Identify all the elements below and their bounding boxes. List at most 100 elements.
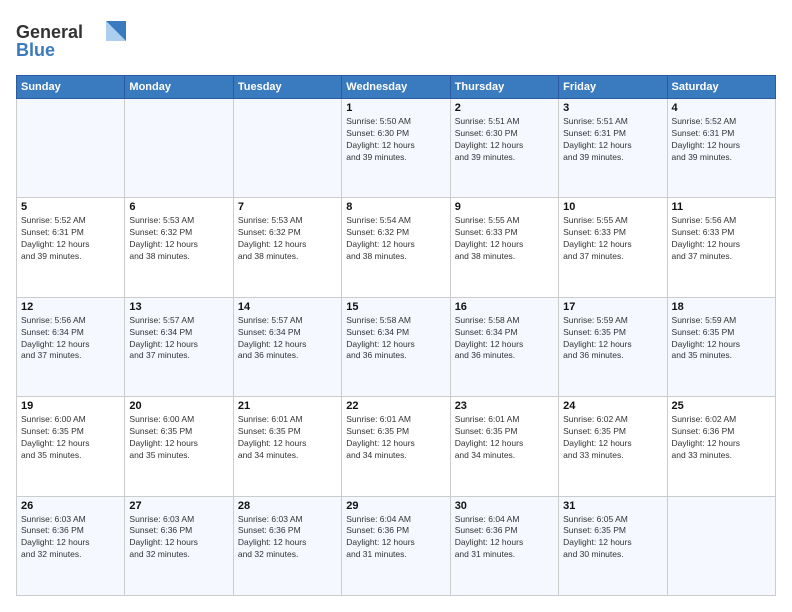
calendar-cell: 22 Sunrise: 6:01 AMSunset: 6:35 PMDayligh… bbox=[342, 397, 450, 496]
weekday-header-friday: Friday bbox=[559, 76, 667, 99]
calendar-cell: 21 Sunrise: 6:01 AMSunset: 6:35 PMDayligh… bbox=[233, 397, 341, 496]
day-info: Sunrise: 6:01 AMSunset: 6:35 PMDaylight:… bbox=[238, 414, 337, 462]
day-number: 30 bbox=[455, 500, 554, 512]
day-number: 22 bbox=[346, 400, 445, 412]
day-number: 29 bbox=[346, 500, 445, 512]
day-number: 26 bbox=[21, 500, 120, 512]
day-info: Sunrise: 5:56 AMSunset: 6:33 PMDaylight:… bbox=[672, 215, 771, 263]
day-info: Sunrise: 5:55 AMSunset: 6:33 PMDaylight:… bbox=[455, 215, 554, 263]
calendar-cell: 20Sunrise: 6:00 AMSunset: 6:35 PMDayligh… bbox=[125, 397, 233, 496]
calendar-week-3: 12 Sunrise: 5:56 AMSunset: 6:34 PMDayligh… bbox=[17, 297, 776, 396]
weekday-header-thursday: Thursday bbox=[450, 76, 558, 99]
calendar-cell: 23 Sunrise: 6:01 AMSunset: 6:35 PMDayligh… bbox=[450, 397, 558, 496]
logo-svg: General Blue bbox=[16, 16, 126, 60]
day-number: 12 bbox=[21, 301, 120, 313]
day-info: Sunrise: 6:00 AMSunset: 6:35 PMDaylight:… bbox=[21, 414, 120, 462]
day-number: 16 bbox=[455, 301, 554, 313]
weekday-header-tuesday: Tuesday bbox=[233, 76, 341, 99]
calendar-cell bbox=[667, 496, 775, 595]
svg-text:Blue: Blue bbox=[16, 40, 55, 60]
day-number: 17 bbox=[563, 301, 662, 313]
day-number: 4 bbox=[672, 102, 771, 114]
day-number: 24 bbox=[563, 400, 662, 412]
day-number: 13 bbox=[129, 301, 228, 313]
calendar-cell bbox=[125, 99, 233, 198]
calendar-cell: 13 Sunrise: 5:57 AMSunset: 6:34 PMDayligh… bbox=[125, 297, 233, 396]
day-number: 15 bbox=[346, 301, 445, 313]
day-number: 5 bbox=[21, 201, 120, 213]
day-number: 6 bbox=[129, 201, 228, 213]
day-info: Sunrise: 5:54 AMSunset: 6:32 PMDaylight:… bbox=[346, 215, 445, 263]
day-info: Sunrise: 5:50 AMSunset: 6:30 PMDaylight:… bbox=[346, 116, 445, 164]
calendar-cell: 1Sunrise: 5:50 AMSunset: 6:30 PMDaylight… bbox=[342, 99, 450, 198]
calendar-cell: 19Sunrise: 6:00 AMSunset: 6:35 PMDayligh… bbox=[17, 397, 125, 496]
day-number: 7 bbox=[238, 201, 337, 213]
calendar-cell: 27Sunrise: 6:03 AMSunset: 6:36 PMDayligh… bbox=[125, 496, 233, 595]
page: General Blue SundayMondayTuesdayWednesda… bbox=[0, 0, 792, 612]
day-number: 23 bbox=[455, 400, 554, 412]
calendar-week-1: 1Sunrise: 5:50 AMSunset: 6:30 PMDaylight… bbox=[17, 99, 776, 198]
day-info: Sunrise: 5:51 AMSunset: 6:30 PMDaylight:… bbox=[455, 116, 554, 164]
day-info: Sunrise: 5:57 AMSunset: 6:34 PMDaylight:… bbox=[238, 315, 337, 363]
day-number: 14 bbox=[238, 301, 337, 313]
calendar-cell: 30 Sunrise: 6:04 AMSunset: 6:36 PMDayligh… bbox=[450, 496, 558, 595]
calendar-cell: 2Sunrise: 5:51 AMSunset: 6:30 PMDaylight… bbox=[450, 99, 558, 198]
calendar-cell: 8 Sunrise: 5:54 AMSunset: 6:32 PMDaylight… bbox=[342, 198, 450, 297]
day-number: 9 bbox=[455, 201, 554, 213]
day-info: Sunrise: 6:04 AMSunset: 6:36 PMDaylight:… bbox=[346, 514, 445, 562]
day-number: 21 bbox=[238, 400, 337, 412]
calendar-cell: 17 Sunrise: 5:59 AMSunset: 6:35 PMDayligh… bbox=[559, 297, 667, 396]
calendar-cell: 28Sunrise: 6:03 AMSunset: 6:36 PMDayligh… bbox=[233, 496, 341, 595]
day-info: Sunrise: 6:03 AMSunset: 6:36 PMDaylight:… bbox=[129, 514, 228, 562]
weekday-header-saturday: Saturday bbox=[667, 76, 775, 99]
weekday-header-row: SundayMondayTuesdayWednesdayThursdayFrid… bbox=[17, 76, 776, 99]
calendar-week-4: 19Sunrise: 6:00 AMSunset: 6:35 PMDayligh… bbox=[17, 397, 776, 496]
calendar-cell: 31 Sunrise: 6:05 AMSunset: 6:35 PMDayligh… bbox=[559, 496, 667, 595]
calendar-table: SundayMondayTuesdayWednesdayThursdayFrid… bbox=[16, 75, 776, 596]
day-info: Sunrise: 5:52 AMSunset: 6:31 PMDaylight:… bbox=[672, 116, 771, 164]
calendar-week-5: 26 Sunrise: 6:03 AMSunset: 6:36 PMDayligh… bbox=[17, 496, 776, 595]
calendar-cell: 18Sunrise: 5:59 AMSunset: 6:35 PMDayligh… bbox=[667, 297, 775, 396]
weekday-header-monday: Monday bbox=[125, 76, 233, 99]
day-number: 3 bbox=[563, 102, 662, 114]
day-info: Sunrise: 5:59 AMSunset: 6:35 PMDaylight:… bbox=[563, 315, 662, 363]
calendar-cell: 9 Sunrise: 5:55 AMSunset: 6:33 PMDaylight… bbox=[450, 198, 558, 297]
header: General Blue bbox=[16, 16, 776, 65]
day-info: Sunrise: 5:58 AMSunset: 6:34 PMDaylight:… bbox=[346, 315, 445, 363]
calendar-cell: 10Sunrise: 5:55 AMSunset: 6:33 PMDayligh… bbox=[559, 198, 667, 297]
day-info: Sunrise: 6:00 AMSunset: 6:35 PMDaylight:… bbox=[129, 414, 228, 462]
day-number: 25 bbox=[672, 400, 771, 412]
calendar-cell: 29 Sunrise: 6:04 AMSunset: 6:36 PMDayligh… bbox=[342, 496, 450, 595]
calendar-cell: 4 Sunrise: 5:52 AMSunset: 6:31 PMDaylight… bbox=[667, 99, 775, 198]
calendar-cell: 16 Sunrise: 5:58 AMSunset: 6:34 PMDayligh… bbox=[450, 297, 558, 396]
day-info: Sunrise: 6:03 AMSunset: 6:36 PMDaylight:… bbox=[21, 514, 120, 562]
calendar-cell: 5 Sunrise: 5:52 AMSunset: 6:31 PMDaylight… bbox=[17, 198, 125, 297]
day-info: Sunrise: 6:01 AMSunset: 6:35 PMDaylight:… bbox=[455, 414, 554, 462]
day-info: Sunrise: 6:01 AMSunset: 6:35 PMDaylight:… bbox=[346, 414, 445, 462]
day-info: Sunrise: 6:02 AMSunset: 6:36 PMDaylight:… bbox=[672, 414, 771, 462]
calendar-cell: 14 Sunrise: 5:57 AMSunset: 6:34 PMDayligh… bbox=[233, 297, 341, 396]
calendar-cell: 25 Sunrise: 6:02 AMSunset: 6:36 PMDayligh… bbox=[667, 397, 775, 496]
day-info: Sunrise: 6:05 AMSunset: 6:35 PMDaylight:… bbox=[563, 514, 662, 562]
calendar-cell: 12 Sunrise: 5:56 AMSunset: 6:34 PMDayligh… bbox=[17, 297, 125, 396]
day-number: 28 bbox=[238, 500, 337, 512]
calendar-cell: 15 Sunrise: 5:58 AMSunset: 6:34 PMDayligh… bbox=[342, 297, 450, 396]
day-number: 10 bbox=[563, 201, 662, 213]
weekday-header-sunday: Sunday bbox=[17, 76, 125, 99]
day-number: 31 bbox=[563, 500, 662, 512]
day-info: Sunrise: 5:56 AMSunset: 6:34 PMDaylight:… bbox=[21, 315, 120, 363]
day-info: Sunrise: 5:52 AMSunset: 6:31 PMDaylight:… bbox=[21, 215, 120, 263]
day-info: Sunrise: 5:57 AMSunset: 6:34 PMDaylight:… bbox=[129, 315, 228, 363]
calendar-cell bbox=[17, 99, 125, 198]
day-info: Sunrise: 6:04 AMSunset: 6:36 PMDaylight:… bbox=[455, 514, 554, 562]
day-info: Sunrise: 5:58 AMSunset: 6:34 PMDaylight:… bbox=[455, 315, 554, 363]
day-info: Sunrise: 6:02 AMSunset: 6:35 PMDaylight:… bbox=[563, 414, 662, 462]
logo-general: General Blue bbox=[16, 16, 126, 65]
calendar-cell bbox=[233, 99, 341, 198]
weekday-header-wednesday: Wednesday bbox=[342, 76, 450, 99]
day-info: Sunrise: 5:59 AMSunset: 6:35 PMDaylight:… bbox=[672, 315, 771, 363]
calendar-cell: 11 Sunrise: 5:56 AMSunset: 6:33 PMDayligh… bbox=[667, 198, 775, 297]
calendar-cell: 24 Sunrise: 6:02 AMSunset: 6:35 PMDayligh… bbox=[559, 397, 667, 496]
day-number: 11 bbox=[672, 201, 771, 213]
day-number: 8 bbox=[346, 201, 445, 213]
